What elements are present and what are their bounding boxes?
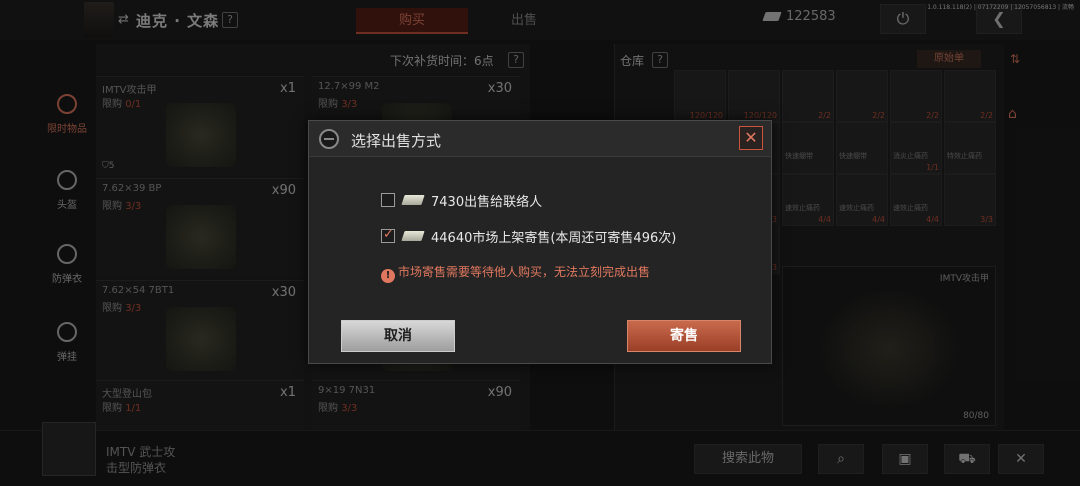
option-label: 44640市场上架寄售(本周还可寄售496次) xyxy=(431,231,677,246)
option-label: 7430出售给联络人 xyxy=(431,195,543,210)
cash-icon xyxy=(401,231,425,241)
consignment-warning: ! 市场寄售需要等待他人购买，无法立刻完成出售 xyxy=(381,263,650,283)
cash-icon xyxy=(401,195,425,205)
checkbox-market[interactable] xyxy=(381,227,395,243)
sell-method-dialog: 选择出售方式 ✕ 7430出售给联络人 44640市场上架寄售(本周还可寄售49… xyxy=(308,120,772,364)
dialog-title: 选择出售方式 xyxy=(351,132,442,150)
dialog-close-button[interactable]: ✕ xyxy=(739,126,763,150)
warning-icon: ! xyxy=(381,269,395,283)
checkbox-contact[interactable] xyxy=(381,193,395,207)
warning-text: 市场寄售需要等待他人购买，无法立刻完成出售 xyxy=(398,265,651,279)
cancel-button[interactable]: 取消 xyxy=(341,320,455,352)
logo-icon xyxy=(319,129,339,149)
consign-button[interactable]: 寄售 xyxy=(627,320,741,352)
close-icon: ✕ xyxy=(744,128,758,147)
dialog-header: 选择出售方式 ✕ xyxy=(309,121,771,157)
